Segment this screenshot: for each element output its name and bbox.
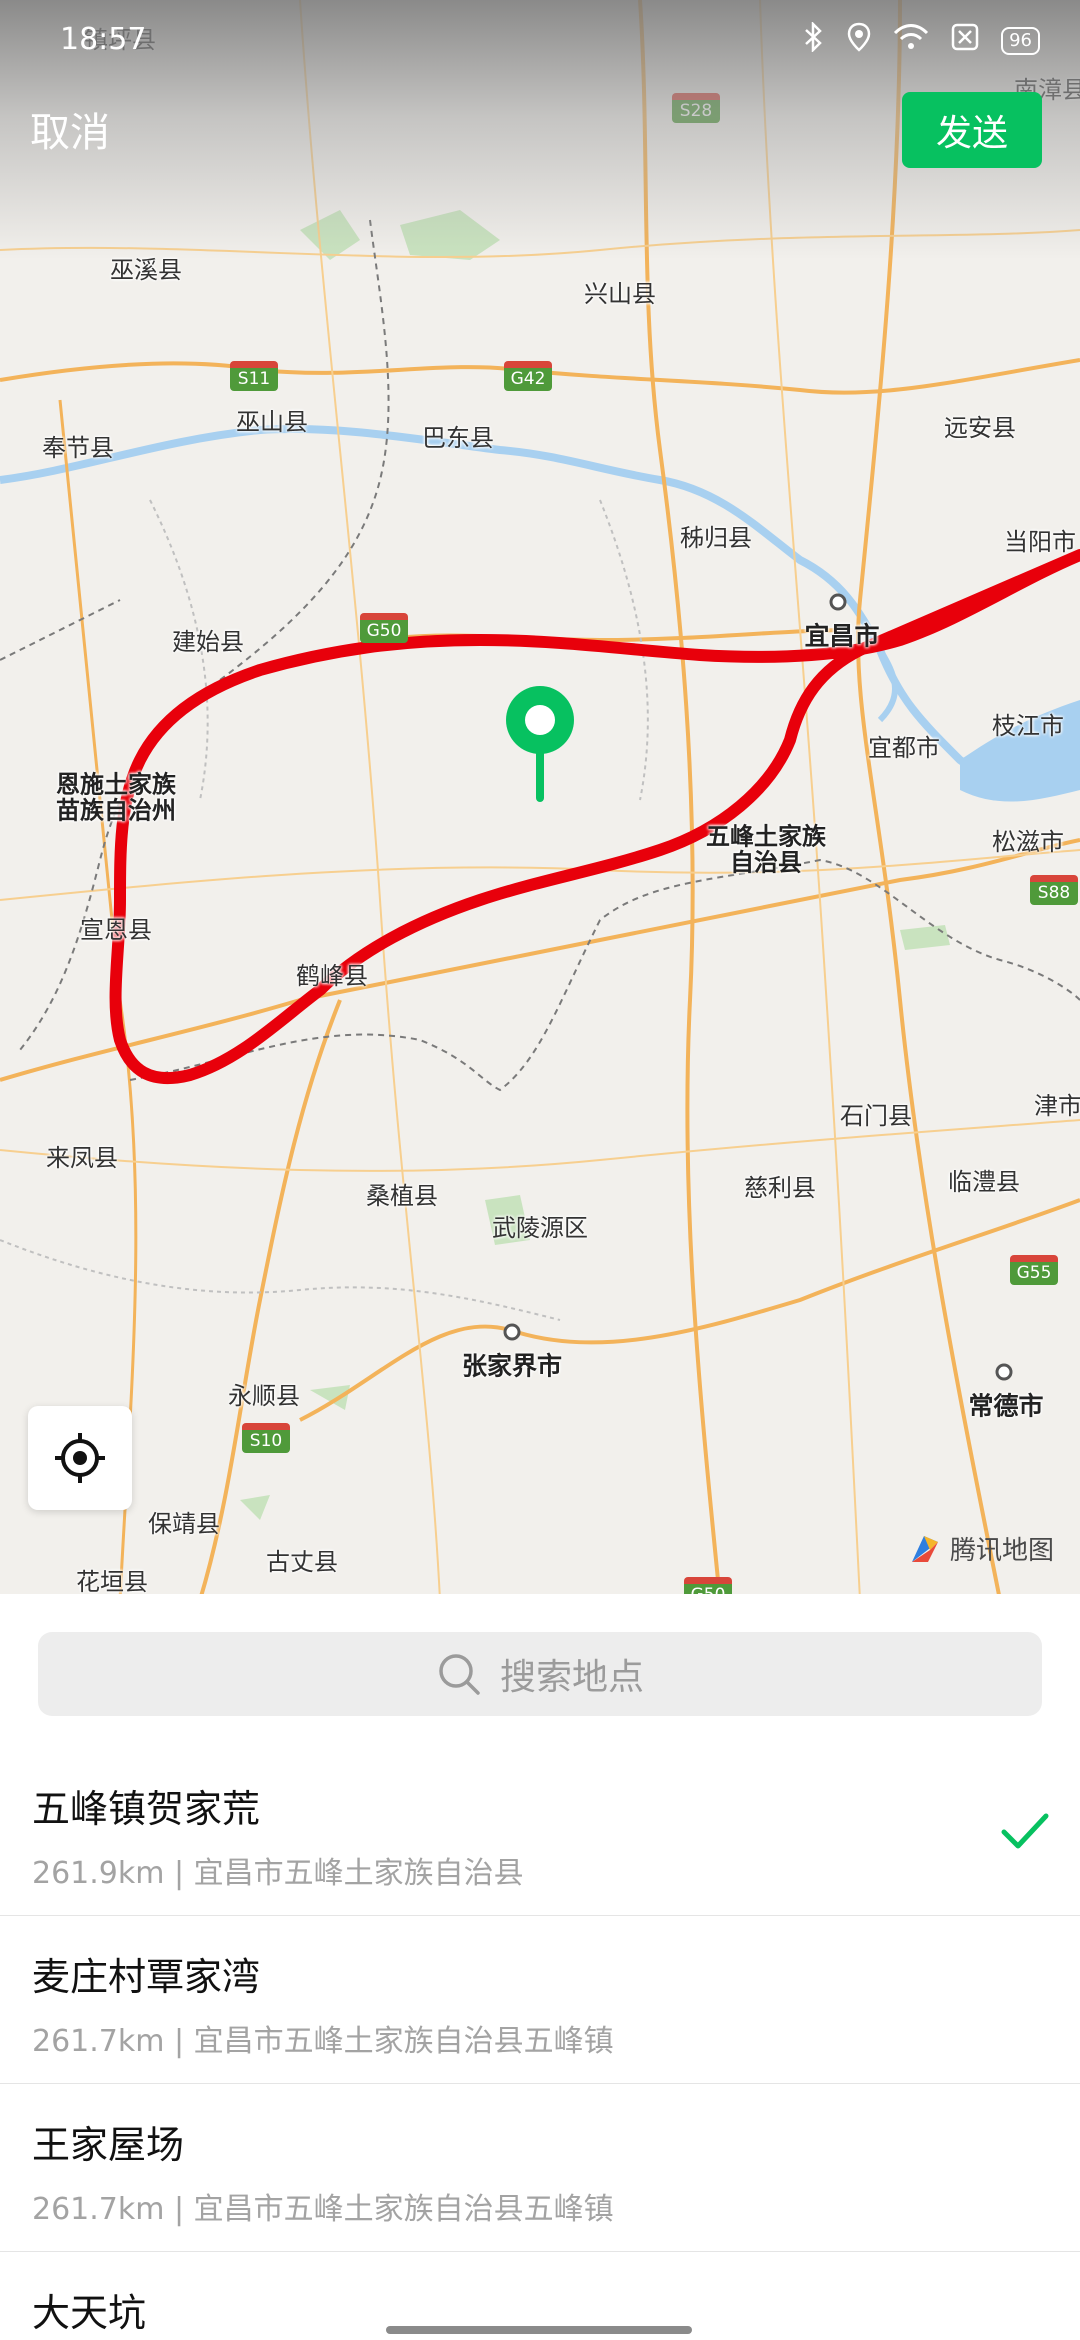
- location-result-item[interactable]: 王家屋场 261.7km | 宜昌市五峰土家族自治县五峰镇: [0, 2084, 1080, 2252]
- cancel-button[interactable]: 取消: [30, 100, 110, 158]
- search-input[interactable]: 搜索地点: [38, 1632, 1042, 1716]
- result-detail: 261.7km | 宜昌市五峰土家族自治县五峰镇: [32, 2024, 614, 2059]
- battery-icon: 96: [1001, 27, 1040, 55]
- location-result-item[interactable]: 麦庄村覃家湾 261.7km | 宜昌市五峰土家族自治县五峰镇: [0, 1916, 1080, 2084]
- result-detail: 261.9km | 宜昌市五峰土家族自治县: [32, 1856, 524, 1891]
- place-label: 永顺县: [228, 1381, 300, 1410]
- place-label: 来凤县: [46, 1143, 118, 1172]
- place-label: 宣恩县: [80, 915, 152, 944]
- home-indicator[interactable]: [386, 2326, 692, 2334]
- place-label: 保靖县: [148, 1509, 220, 1538]
- place-label: 常德市: [968, 1391, 1044, 1421]
- map-logo-text: 腾讯地图: [949, 1536, 1054, 1566]
- place-label: 花垣县: [76, 1567, 148, 1596]
- place-label: 宜都市: [868, 733, 940, 762]
- place-label: 五峰土家族 自治县: [706, 822, 826, 877]
- result-name: 王家屋场: [32, 2123, 185, 2167]
- place-label: 宜昌市: [804, 621, 880, 651]
- road-shield: G55: [1010, 1255, 1058, 1285]
- place-label: 张家界市: [461, 1351, 563, 1381]
- sim-off-icon: [951, 23, 979, 59]
- result-name: 麦庄村覃家湾: [32, 1955, 261, 1999]
- road-shield: S88: [1030, 875, 1078, 905]
- status-icons: 96: [803, 20, 1040, 60]
- place-label: 秭归县: [680, 523, 752, 552]
- locate-me-button[interactable]: [28, 1406, 132, 1510]
- place-label: 巴东县: [422, 423, 494, 452]
- map-provider-logo: 腾讯地图: [908, 1530, 1054, 1567]
- status-time: 18:57: [60, 22, 147, 57]
- location-bottom-sheet: 搜索地点 五峰镇贺家荒 261.9km | 宜昌市五峰土家族自治县 麦庄村覃家湾…: [0, 1594, 1080, 2340]
- status-bar: 18:57 96: [0, 0, 1080, 80]
- place-label: 武陵源区: [492, 1213, 588, 1242]
- place-label: 当阳市: [1004, 527, 1076, 556]
- road-shield: G42: [504, 361, 552, 391]
- bluetooth-icon: [803, 20, 825, 60]
- place-label: 远安县: [944, 413, 1016, 442]
- place-label: 枝江市: [992, 711, 1064, 740]
- send-button[interactable]: 发送: [902, 92, 1042, 168]
- wifi-icon: [893, 23, 929, 59]
- place-label: 巫山县: [236, 407, 308, 436]
- place-label: 松滋市: [992, 827, 1064, 856]
- place-label: 鹤峰县: [296, 961, 368, 990]
- search-placeholder: 搜索地点: [499, 1657, 644, 1698]
- result-detail: 261.7km | 宜昌市五峰土家族自治县五峰镇: [32, 2192, 614, 2227]
- road-shield: G50: [360, 613, 408, 643]
- place-label: 巫溪县: [110, 255, 182, 284]
- drawn-route-loop: [109, 549, 1080, 1085]
- place-label: 建始县: [172, 627, 244, 656]
- result-name: 五峰镇贺家荒: [32, 1787, 261, 1831]
- result-name: 大天坑: [32, 2291, 147, 2335]
- place-label: 临澧县: [948, 1167, 1020, 1196]
- place-label: 恩施土家族 苗族自治州: [56, 770, 176, 825]
- place-label: 慈利县: [744, 1173, 816, 1202]
- tencent-map-icon: [911, 1535, 938, 1562]
- search-icon: [439, 1654, 480, 1695]
- place-label: 津市: [1034, 1091, 1080, 1120]
- place-label: 桑植县: [366, 1181, 438, 1210]
- place-label: 奉节县: [42, 433, 114, 462]
- road-shield: S11: [230, 361, 278, 391]
- place-label: 古丈县: [266, 1547, 338, 1576]
- crosshair-icon: [55, 1433, 105, 1483]
- place-label: 石门县: [840, 1101, 912, 1130]
- location-status-icon: [847, 22, 871, 60]
- road-shield: S10: [242, 1423, 290, 1453]
- location-result-item[interactable]: 五峰镇贺家荒 261.9km | 宜昌市五峰土家族自治县: [0, 1748, 1080, 1916]
- check-icon: [1001, 1813, 1049, 1849]
- place-label: 兴山县: [584, 279, 656, 308]
- location-pin-icon: [500, 680, 580, 814]
